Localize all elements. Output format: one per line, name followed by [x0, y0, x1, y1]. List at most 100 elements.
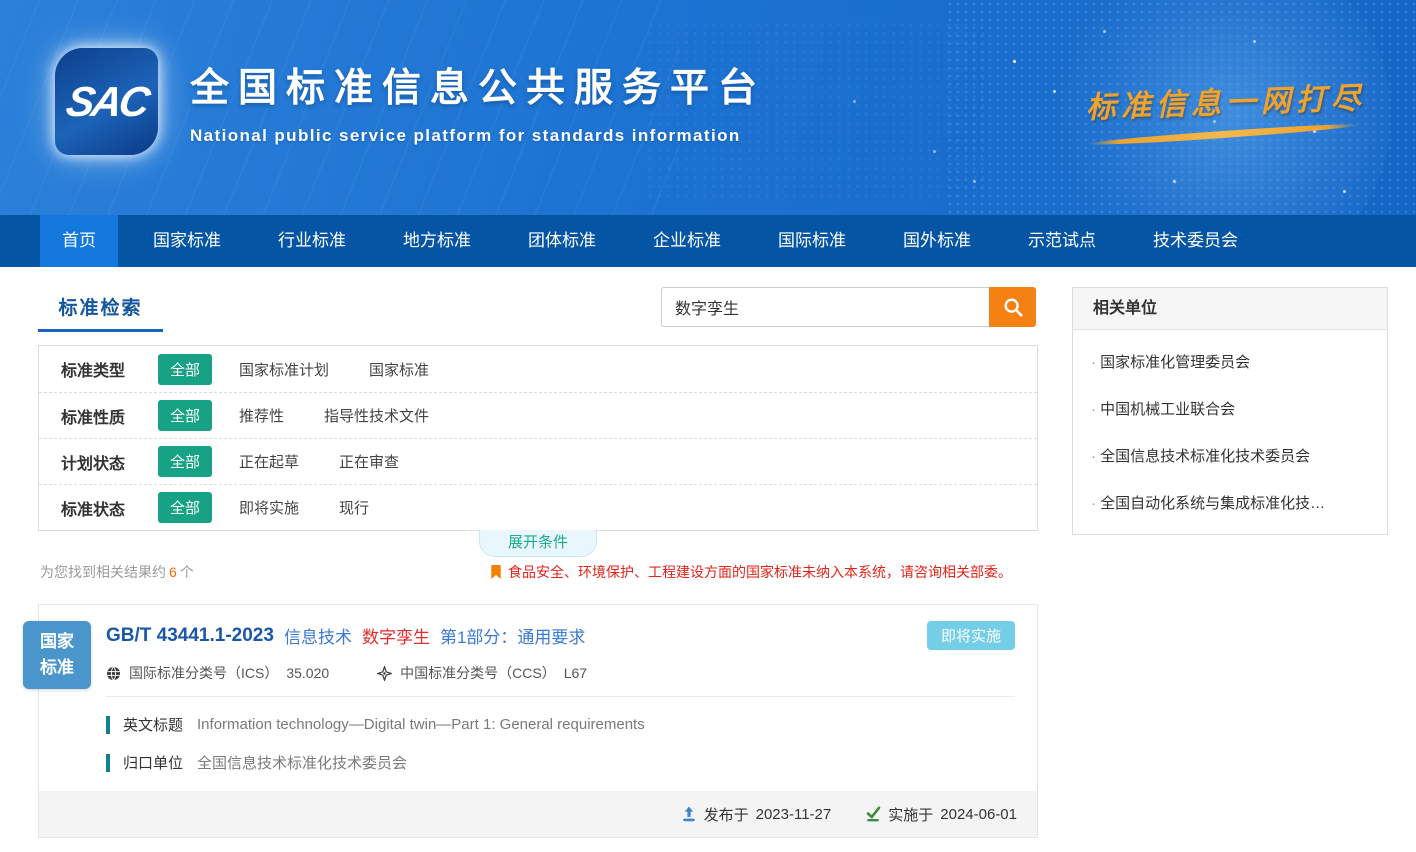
related-units-panel: 相关单位 国家标准化管理委员会中国机械工业联合会全国信息技术标准化技术委员会全国…	[1072, 287, 1388, 535]
content: 标准检索 标准类型全部国家标准计划国家标准标准性质全部推荐性指导性技术文件计划状…	[0, 267, 1416, 852]
filter-row-2: 计划状态全部 正在起草 正在审查	[39, 438, 1037, 484]
filter-option-0-0[interactable]: 国家标准计划	[239, 359, 329, 380]
standard-type-badge: 国家 标准	[23, 621, 91, 689]
nav-item-2[interactable]: 行业标准	[256, 215, 368, 267]
field-label-0: 英文标题	[123, 714, 183, 735]
notice: 食品安全、环境保护、工程建设方面的国家标准未纳入本系统，请咨询相关部委。	[490, 562, 1012, 582]
filter-option-2-1[interactable]: 正在审查	[339, 451, 399, 472]
filter-all-button-0[interactable]: 全部	[158, 354, 212, 385]
field-accent-bar	[106, 716, 110, 734]
filter-option-1-1[interactable]: 指导性技术文件	[324, 405, 429, 426]
tab-standard-search[interactable]: 标准检索	[38, 293, 163, 332]
nav-item-8[interactable]: 示范试点	[1006, 215, 1118, 267]
brand-text: 全国标准信息公共服务平台 National public service pla…	[190, 57, 766, 146]
filter-label-1: 标准性质	[61, 404, 158, 428]
nav-item-5[interactable]: 企业标准	[631, 215, 743, 267]
slogan: 标准信息一网打尽	[1085, 73, 1359, 142]
implemented-date: 2024-06-01	[940, 806, 1017, 823]
classification-row: 国际标准分类号（ICS） 35.020 中国标准分类号（CCS） L67	[106, 663, 1015, 683]
standard-type-badge-line1: 国家	[40, 629, 74, 655]
main-column: 标准检索 标准类型全部国家标准计划国家标准标准性质全部推荐性指导性技术文件计划状…	[38, 287, 1038, 852]
filter-all-button-1[interactable]: 全部	[158, 400, 212, 431]
result-card: 国家 标准 GB/T 43441.1-2023 信息技术 数字孪生 第1部分：通…	[38, 604, 1038, 838]
related-unit-item-3[interactable]: 全国自动化系统与集成标准化技…	[1073, 479, 1387, 526]
card-body: GB/T 43441.1-2023 信息技术 数字孪生 第1部分：通用要求 即将…	[39, 605, 1037, 773]
expand-conditions-button[interactable]: 展开条件	[479, 530, 597, 557]
filter-panel: 标准类型全部国家标准计划国家标准标准性质全部推荐性指导性技术文件计划状态全部正在…	[38, 345, 1038, 531]
result-count-number: 6	[169, 564, 177, 580]
site-header: SAC 全国标准信息公共服务平台 National public service…	[0, 0, 1416, 215]
bookmark-icon	[490, 565, 502, 580]
published-date: 2023-11-27	[756, 806, 832, 823]
search-input[interactable]	[661, 287, 989, 327]
related-unit-item-0[interactable]: 国家标准化管理委员会	[1073, 338, 1387, 385]
compass-icon	[377, 666, 392, 681]
publish-upload-icon	[681, 806, 697, 822]
field-accent-bar	[106, 754, 110, 772]
status-badge: 即将实施	[927, 621, 1015, 650]
nav-item-6[interactable]: 国际标准	[756, 215, 868, 267]
published-label: 发布于	[704, 804, 749, 825]
filter-all-button-3[interactable]: 全部	[158, 492, 212, 523]
standard-title-highlight[interactable]: 数字孪生	[362, 623, 430, 648]
card-field-row-0: 英文标题 Information technology—Digital twin—…	[106, 714, 1015, 735]
standard-type-badge-line2: 标准	[40, 655, 74, 681]
published-date-item: 发布于 2023-11-27	[681, 804, 832, 825]
filter-label-3: 标准状态	[61, 496, 158, 520]
field-value-1: 全国信息技术标准化技术委员会	[197, 752, 407, 773]
nav-item-4[interactable]: 团体标准	[506, 215, 618, 267]
filter-row-1: 标准性质全部 推荐性 指导性技术文件	[39, 392, 1037, 438]
page: SAC 全国标准信息公共服务平台 National public service…	[0, 0, 1416, 852]
related-units-title: 相关单位	[1073, 288, 1387, 330]
search-row: 标准检索	[38, 287, 1038, 332]
search-box	[661, 287, 1036, 327]
tab-standard-search-label: 标准检索	[58, 298, 142, 319]
related-unit-item-1[interactable]: 中国机械工业联合会	[1073, 385, 1387, 432]
ccs-value: L67	[564, 665, 587, 681]
card-footer: 发布于 2023-11-27 实施于 2024-06-01	[39, 791, 1037, 837]
nav-item-1[interactable]: 国家标准	[131, 215, 243, 267]
standard-title-segment-2[interactable]: 第1部分：通用要求	[440, 623, 585, 648]
implement-check-icon	[865, 806, 881, 822]
implemented-date-item: 实施于 2024-06-01	[865, 804, 1017, 825]
main-nav: 首页国家标准行业标准地方标准团体标准企业标准国际标准国外标准示范试点技术委员会	[0, 215, 1416, 267]
related-units-list: 国家标准化管理委员会中国机械工业联合会全国信息技术标准化技术委员会全国自动化系统…	[1073, 330, 1387, 534]
standard-title-row: GB/T 43441.1-2023 信息技术 数字孪生 第1部分：通用要求 即将…	[106, 621, 1015, 650]
card-field-row-1: 归口单位全国信息技术标准化技术委员会	[106, 752, 1015, 773]
filter-option-2-0[interactable]: 正在起草	[239, 451, 299, 472]
site-title: 全国标准信息公共服务平台	[190, 57, 766, 113]
result-count-suffix: 个	[180, 564, 194, 580]
ccs-label: 中国标准分类号（CCS）	[400, 663, 556, 683]
filter-row-0: 标准类型全部 国家标准计划 国家标准	[39, 346, 1037, 392]
filter-all-button-2[interactable]: 全部	[158, 446, 212, 477]
filter-option-3-1[interactable]: 现行	[339, 497, 369, 518]
nav-item-3[interactable]: 地方标准	[381, 215, 493, 267]
brand[interactable]: SAC 全国标准信息公共服务平台 National public service…	[55, 48, 766, 155]
standard-title-segment-1[interactable]: 信息技术	[284, 623, 352, 648]
filter-option-3-0[interactable]: 即将实施	[239, 497, 299, 518]
site-subtitle: National public service platform for sta…	[190, 126, 766, 146]
filter-label-2: 计划状态	[61, 450, 158, 474]
field-label-1: 归口单位	[123, 752, 183, 773]
sac-logo-text: SAC	[62, 78, 150, 126]
result-count: 为您找到相关结果约6个	[38, 562, 194, 582]
globe-icon	[106, 666, 121, 681]
standard-code-link[interactable]: GB/T 43441.1-2023	[106, 625, 274, 647]
filter-option-1-0[interactable]: 推荐性	[239, 405, 284, 426]
nav-item-0[interactable]: 首页	[40, 215, 118, 267]
search-button[interactable]	[989, 287, 1036, 327]
field-value-0: Information technology—Digital twin—Part…	[197, 716, 645, 733]
nav-item-7[interactable]: 国外标准	[881, 215, 993, 267]
result-count-prefix: 为您找到相关结果约	[40, 564, 166, 580]
sparkle-dots-decoration	[1013, 60, 1016, 63]
sac-logo[interactable]: SAC	[55, 48, 158, 155]
related-unit-item-2[interactable]: 全国信息技术标准化技术委员会	[1073, 432, 1387, 479]
ics-classification: 国际标准分类号（ICS） 35.020	[106, 663, 329, 683]
filter-row-3: 标准状态全部 即将实施 现行	[39, 484, 1037, 530]
filter-option-0-1[interactable]: 国家标准	[369, 359, 429, 380]
ics-label: 国际标准分类号（ICS）	[129, 663, 278, 683]
notice-text: 食品安全、环境保护、工程建设方面的国家标准未纳入本系统，请咨询相关部委。	[508, 562, 1012, 582]
ics-value: 35.020	[286, 665, 329, 681]
filter-label-0: 标准类型	[61, 357, 158, 381]
nav-item-9[interactable]: 技术委员会	[1131, 215, 1260, 267]
